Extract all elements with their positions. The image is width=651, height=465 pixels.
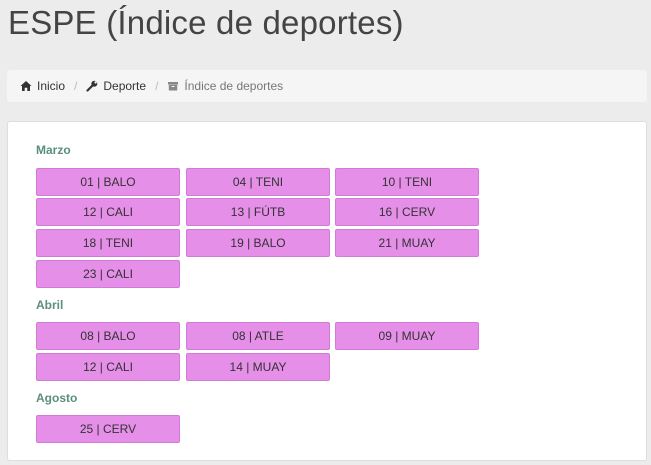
- event-chip[interactable]: 12 | CALI: [36, 353, 180, 381]
- breadcrumb-separator: /: [74, 79, 78, 93]
- page-title: ESPE (Índice de deportes): [8, 4, 404, 41]
- archive-icon: [168, 82, 179, 91]
- breadcrumb: Inicio / Deporte / Índice de deportes: [7, 70, 647, 102]
- event-chip[interactable]: 12 | CALI: [36, 198, 180, 226]
- event-chip[interactable]: 01 | BALO: [36, 168, 180, 196]
- event-chip[interactable]: 09 | MUAY: [335, 322, 479, 350]
- event-chip[interactable]: 16 | CERV: [335, 198, 479, 226]
- home-icon: [20, 81, 32, 91]
- breadcrumb-label: Índice de deportes: [184, 79, 284, 93]
- event-chip[interactable]: 08 | BALO: [36, 322, 180, 350]
- event-chip[interactable]: 25 | CERV: [36, 415, 180, 443]
- event-chip[interactable]: 08 | ATLE: [186, 322, 330, 350]
- breadcrumb-item-inicio[interactable]: Inicio: [20, 79, 65, 93]
- breadcrumb-item-indice: Índice de deportes: [167, 79, 283, 93]
- event-chip[interactable]: 19 | BALO: [186, 229, 330, 257]
- month-label-marzo: Marzo: [36, 143, 71, 157]
- event-chip[interactable]: 10 | TENI: [335, 168, 479, 196]
- breadcrumb-label: Inicio: [37, 79, 66, 93]
- event-chip[interactable]: 14 | MUAY: [186, 353, 330, 381]
- sports-index-panel: Marzo 01 | BALO 04 | TENI 10 | TENI 12 |…: [7, 121, 647, 461]
- event-chip[interactable]: 23 | CALI: [36, 260, 180, 288]
- event-chip[interactable]: 18 | TENI: [36, 229, 180, 257]
- wrench-icon: [86, 80, 98, 92]
- breadcrumb-separator: /: [155, 79, 159, 93]
- month-label-abril: Abril: [36, 298, 64, 312]
- month-label-agosto: Agosto: [36, 391, 78, 405]
- event-chip[interactable]: 21 | MUAY: [335, 229, 479, 257]
- event-chip[interactable]: 13 | FÚTB: [186, 198, 330, 226]
- event-chip[interactable]: 04 | TENI: [186, 168, 330, 196]
- breadcrumb-label: Deporte: [103, 79, 147, 93]
- breadcrumb-item-deporte[interactable]: Deporte: [86, 79, 146, 93]
